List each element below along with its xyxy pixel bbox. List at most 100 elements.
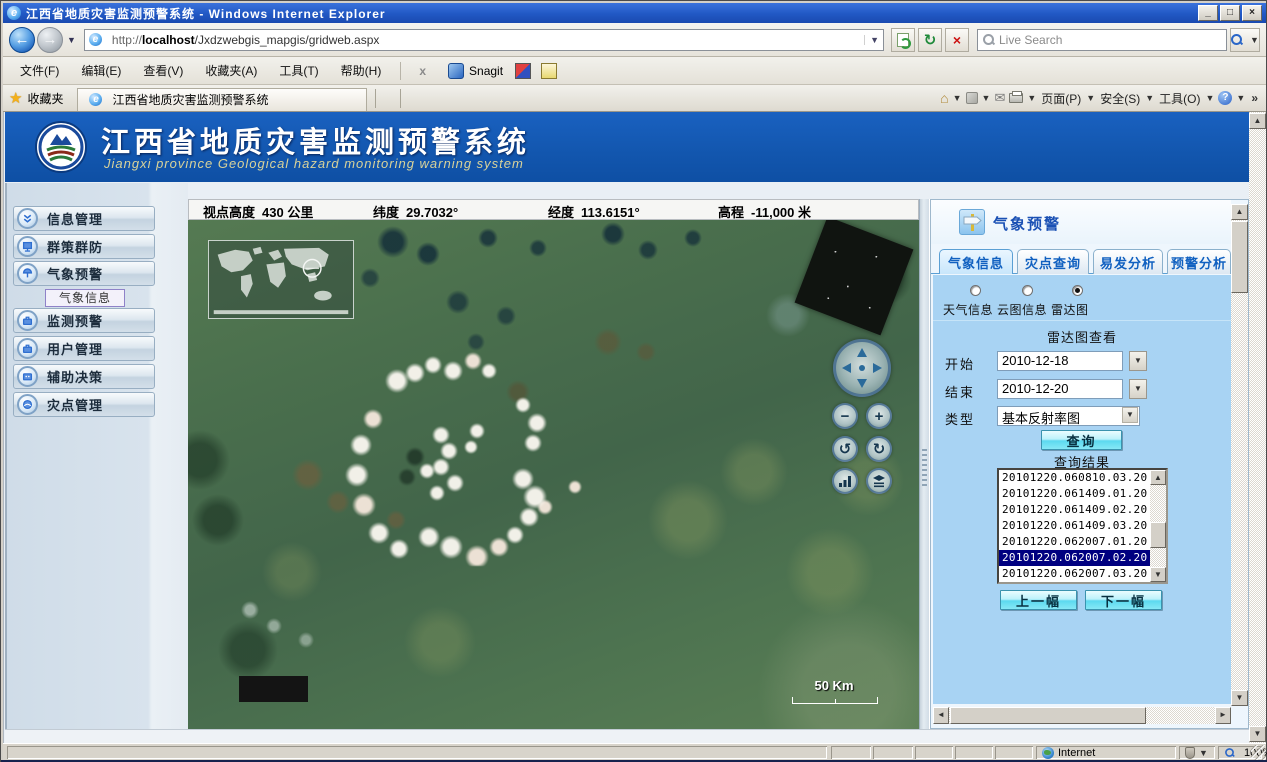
back-button[interactable]: ← bbox=[9, 27, 35, 53]
pan-west-icon[interactable] bbox=[842, 363, 851, 373]
next-image-button[interactable]: 下一幅 bbox=[1085, 590, 1162, 610]
stop-button[interactable]: × bbox=[945, 28, 969, 52]
snagit-label[interactable]: Snagit bbox=[469, 64, 503, 78]
toolbar-close-button[interactable]: x bbox=[409, 64, 436, 78]
page-scroll-up-icon[interactable]: ▲ bbox=[1249, 113, 1266, 129]
menu-view[interactable]: 查看(V) bbox=[132, 58, 194, 83]
address-dropdown-icon[interactable]: ▼ bbox=[864, 35, 879, 45]
result-item[interactable]: 20101220.062007.02.20. bbox=[999, 550, 1166, 566]
zoom-out-button[interactable]: − bbox=[832, 403, 858, 429]
radio-label-cloud[interactable]: 云图信息 bbox=[997, 301, 1047, 318]
sidebar-item-hazard-point-mgmt[interactable]: 灾点管理 bbox=[13, 392, 155, 417]
tab-hazard-query[interactable]: 灾点查询 bbox=[1017, 249, 1089, 274]
result-item[interactable]: 20101220.061409.03.20. bbox=[999, 518, 1166, 534]
tools-menu[interactable]: 工具(O) bbox=[1158, 90, 1201, 107]
panel-scroll-left-icon[interactable]: ◄ bbox=[933, 707, 949, 724]
sidebar-subitem-weather-info[interactable]: 气象信息 bbox=[45, 289, 125, 307]
results-scroll-up-icon[interactable]: ▲ bbox=[1150, 470, 1166, 485]
radio-cloud-image[interactable] bbox=[1022, 285, 1033, 296]
results-listbox[interactable]: 20101220.060810.03.20. 20101220.061409.0… bbox=[997, 468, 1168, 584]
sidebar-item-monitor-warning[interactable]: 监测预警 bbox=[13, 308, 155, 333]
menu-help[interactable]: 帮助(H) bbox=[330, 58, 393, 83]
pan-north-icon[interactable] bbox=[857, 348, 867, 357]
address-field[interactable]: e http://localhost/Jxdzwebgis_mapgis/gri… bbox=[84, 29, 884, 51]
radio-weather-info[interactable] bbox=[970, 285, 981, 296]
mail-icon[interactable]: ✉ bbox=[994, 90, 1005, 106]
menu-favorites[interactable]: 收藏夹(A) bbox=[194, 58, 268, 83]
panel-horizontal-scrollbar[interactable]: ◄ ► bbox=[933, 707, 1231, 724]
radio-radar-image[interactable] bbox=[1072, 285, 1083, 296]
sidebar-item-group-defense[interactable]: 群策群防 bbox=[13, 234, 155, 259]
pan-east-icon[interactable] bbox=[873, 363, 882, 373]
safety-menu[interactable]: 安全(S) bbox=[1099, 90, 1141, 107]
result-item[interactable]: 20101220.061409.02.20. bbox=[999, 502, 1166, 518]
overflow-chevron[interactable]: » bbox=[1249, 91, 1260, 105]
tab-warning-analysis[interactable]: 预警分析 bbox=[1167, 249, 1231, 274]
close-button[interactable]: × bbox=[1242, 5, 1262, 21]
history-dropdown-icon[interactable]: ▼ bbox=[65, 35, 80, 45]
sidebar-item-info-mgmt[interactable]: 信息管理 bbox=[13, 206, 155, 231]
end-date-dropdown-icon[interactable]: ▼ bbox=[1129, 379, 1147, 399]
tilt-bars-button[interactable] bbox=[832, 468, 858, 494]
start-date-select[interactable]: 2010-12-18 bbox=[997, 351, 1123, 371]
favorites-star-icon[interactable]: ★ bbox=[9, 89, 22, 107]
type-dropdown-icon[interactable]: ▼ bbox=[1122, 407, 1138, 423]
page-menu[interactable]: 页面(P) bbox=[1040, 90, 1082, 107]
panel-scroll-right-icon[interactable]: ► bbox=[1215, 707, 1231, 724]
panel-splitter[interactable] bbox=[919, 199, 930, 729]
safety-dropdown-icon[interactable]: ▼ bbox=[1145, 93, 1154, 103]
home-icon[interactable]: ⌂ bbox=[940, 90, 948, 106]
result-item[interactable]: 20101220.061409.01.20. bbox=[999, 486, 1166, 502]
forward-button[interactable]: → bbox=[37, 27, 63, 53]
rss-feed-icon[interactable] bbox=[966, 92, 978, 104]
panel-scroll-up-icon[interactable]: ▲ bbox=[1231, 204, 1248, 220]
snagit-icon[interactable] bbox=[448, 63, 464, 79]
title-bar[interactable]: e 江西省地质灾害监测预警系统 - Windows Internet Explo… bbox=[3, 3, 1266, 23]
menu-file[interactable]: 文件(F) bbox=[9, 58, 70, 83]
sidebar-item-weather-warning[interactable]: 气象预警 bbox=[13, 261, 155, 286]
search-go-button[interactable]: ▼ bbox=[1230, 28, 1260, 52]
layers-button[interactable] bbox=[866, 468, 892, 494]
rotate-cw-button[interactable]: ↻ bbox=[866, 436, 892, 462]
map-pan-control[interactable] bbox=[833, 339, 891, 397]
favorites-label[interactable]: 收藏夹 bbox=[27, 90, 63, 107]
print-dropdown-icon[interactable]: ▼ bbox=[1027, 93, 1036, 103]
menu-tools[interactable]: 工具(T) bbox=[268, 58, 329, 83]
result-item[interactable]: 20101220.062007.01.20. bbox=[999, 534, 1166, 550]
search-input[interactable]: Live Search bbox=[977, 29, 1227, 51]
page-menu-dropdown-icon[interactable]: ▼ bbox=[1086, 93, 1095, 103]
rss-dropdown-icon[interactable]: ▼ bbox=[982, 93, 991, 103]
search-options-icon[interactable]: ▼ bbox=[1250, 35, 1259, 45]
snagit-capture-icon[interactable] bbox=[515, 63, 531, 79]
radio-label-weather[interactable]: 天气信息 bbox=[943, 301, 993, 318]
tab-weather-info[interactable]: 气象信息 bbox=[939, 249, 1013, 274]
results-scroll-down-icon[interactable]: ▼ bbox=[1150, 567, 1166, 582]
snagit-edit-icon[interactable] bbox=[541, 63, 557, 79]
prev-image-button[interactable]: 上一幅 bbox=[1000, 590, 1077, 610]
rotate-ccw-button[interactable]: ↺ bbox=[832, 436, 858, 462]
map-canvas[interactable]: − + ↺ ↻ 50 Km bbox=[188, 220, 919, 729]
refresh-button[interactable]: ↻ bbox=[918, 28, 942, 52]
help-dropdown-icon[interactable]: ▼ bbox=[1236, 93, 1245, 103]
compatibility-view-button[interactable] bbox=[891, 28, 915, 52]
sidebar-item-user-mgmt[interactable]: 用户管理 bbox=[13, 336, 155, 361]
result-item[interactable]: 20101220.062007.03.20. bbox=[999, 566, 1166, 582]
help-icon[interactable]: ? bbox=[1218, 91, 1232, 105]
result-item[interactable]: 20101220.060810.03.20. bbox=[999, 470, 1166, 486]
overview-map[interactable] bbox=[208, 240, 354, 319]
minimize-button[interactable]: _ bbox=[1198, 5, 1218, 21]
pan-south-icon[interactable] bbox=[857, 379, 867, 388]
sidebar-item-decision-support[interactable]: 辅助决策 bbox=[13, 364, 155, 389]
page-scroll-down-icon[interactable]: ▼ bbox=[1249, 726, 1266, 742]
query-button[interactable]: 查询 bbox=[1041, 430, 1122, 450]
end-date-select[interactable]: 2010-12-20 bbox=[997, 379, 1123, 399]
panel-vertical-scrollbar[interactable]: ▲ ▼ bbox=[1231, 204, 1248, 706]
resize-grip-icon[interactable] bbox=[1251, 745, 1266, 760]
maximize-button[interactable]: □ bbox=[1220, 5, 1240, 21]
page-vertical-scrollbar[interactable]: ▲ ▼ bbox=[1249, 112, 1266, 743]
type-select[interactable]: 基本反射率图 bbox=[997, 406, 1140, 426]
panel-hscroll-thumb[interactable] bbox=[950, 707, 1146, 724]
tools-dropdown-icon[interactable]: ▼ bbox=[1205, 93, 1214, 103]
radio-label-radar[interactable]: 雷达图 bbox=[1051, 301, 1089, 318]
tab-susceptibility-analysis[interactable]: 易发分析 bbox=[1093, 249, 1163, 274]
